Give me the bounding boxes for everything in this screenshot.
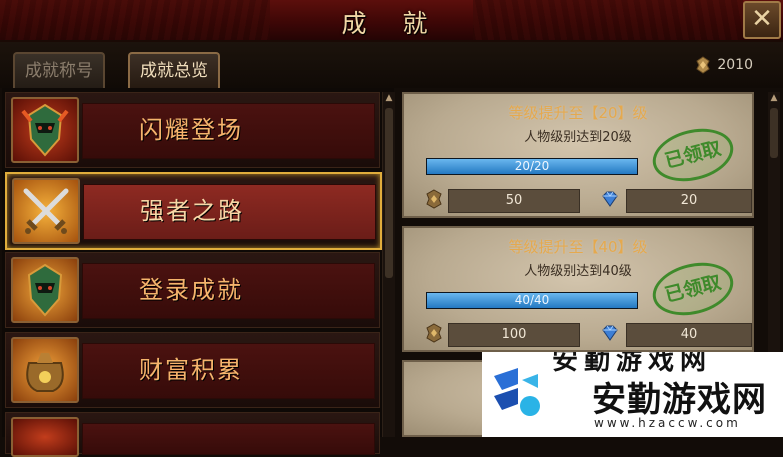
- category-item-shining-debut[interactable]: 闪耀登场: [5, 92, 380, 168]
- emblem-icon: [11, 417, 79, 457]
- category-label: 登录成就: [139, 276, 243, 304]
- watermark-site-name: 安勤游戏网: [592, 380, 767, 420]
- achievement-coin-icon: [696, 56, 711, 74]
- gem-icon: [602, 191, 618, 207]
- achievement-title: 等级提升至【40】级: [508, 238, 648, 256]
- crossed-swords-icon: [12, 178, 80, 244]
- helmet-emblem-icon: [11, 97, 79, 163]
- achievement-points-value: 2010: [717, 57, 753, 73]
- scroll-up-arrow-icon[interactable]: ▲: [383, 92, 395, 104]
- progress-text: 20/20: [514, 159, 550, 173]
- category-bar: [82, 423, 375, 455]
- tab-label: 成就称号: [25, 61, 93, 81]
- category-list: 闪耀登场 强者之路 登录成就 财富积累 ▲: [2, 88, 395, 457]
- gem-icon: [602, 325, 618, 341]
- reward-gems: 20: [626, 189, 752, 213]
- achievement-points: 2010: [695, 54, 753, 76]
- achievement-card: 等级提升至【40】级 人物级别达到40级 40/40 已领取 100 40: [402, 226, 754, 352]
- category-label: 财富积累: [139, 356, 243, 384]
- scroll-thumb[interactable]: [770, 108, 778, 158]
- money-bag-icon: [11, 337, 79, 403]
- achievement-title: 等级提升至【20】级: [508, 104, 648, 122]
- category-item-path-of-the-strong[interactable]: 强者之路: [5, 172, 382, 250]
- close-x-icon: ✕: [751, 4, 773, 34]
- category-item-partial[interactable]: [5, 412, 380, 457]
- category-label: 强者之路: [140, 197, 244, 225]
- site-watermark: 安勤游戏网 安勤游戏网 www.hzaccw.com: [482, 352, 783, 437]
- helmet-emblem-icon: [11, 257, 79, 323]
- progress-text: 40/40: [514, 293, 550, 307]
- tab-achievement-overview[interactable]: 成就总览: [128, 52, 220, 88]
- reward-gems: 40: [626, 323, 752, 347]
- site-logo-icon: [494, 368, 540, 416]
- category-label: 闪耀登场: [139, 116, 243, 144]
- achievement-progress-bar: 20/20: [426, 158, 638, 175]
- achievement-coin-icon: [426, 189, 442, 209]
- achievement-progress-bar: 40/40: [426, 292, 638, 309]
- scroll-up-arrow-icon[interactable]: ▲: [768, 92, 780, 104]
- reward-points: 50: [448, 189, 580, 213]
- watermark-url: www.hzaccw.com: [594, 416, 741, 430]
- close-button[interactable]: ✕: [743, 1, 781, 39]
- achievement-card: 等级提升至【20】级 人物级别达到20级 20/20 已领取 50 20: [402, 92, 754, 218]
- window-titlebar: 成 就 ✕: [0, 0, 783, 42]
- tab-label: 成就总览: [140, 61, 208, 81]
- tab-strip: 成就称号 成就总览 2010: [0, 42, 783, 88]
- window-title: 成 就: [341, 9, 442, 38]
- category-item-login-achievements[interactable]: 登录成就: [5, 252, 380, 328]
- scroll-thumb[interactable]: [385, 108, 393, 278]
- achievement-coin-icon: [426, 323, 442, 343]
- reward-points: 100: [448, 323, 580, 347]
- category-scrollbar[interactable]: ▲: [382, 92, 395, 437]
- tab-achievement-titles[interactable]: 成就称号: [13, 52, 105, 88]
- category-item-wealth-accumulation[interactable]: 财富积累: [5, 332, 380, 408]
